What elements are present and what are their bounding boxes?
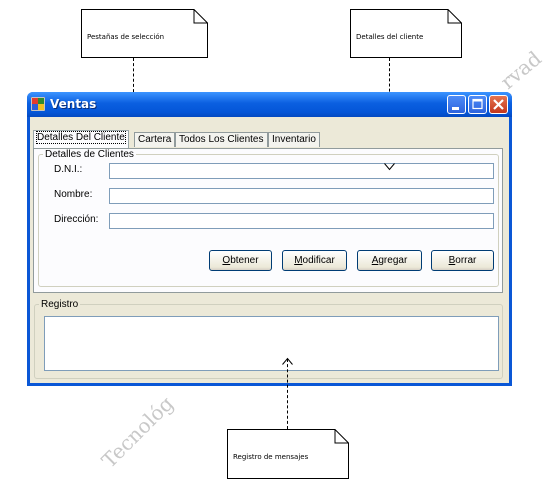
callout-tabs-text: Pestañas de selección xyxy=(87,33,165,41)
callout-tabs: Pestañas de selección xyxy=(81,9,208,58)
ventas-window: Ventas Detalles Del Cliente Cartera Todo… xyxy=(27,92,512,386)
tab-cartera[interactable]: Cartera xyxy=(134,132,176,147)
tab-label: Cartera xyxy=(138,134,172,145)
maximize-icon xyxy=(472,98,483,110)
tab-label: Detalles Del Cliente xyxy=(36,131,126,144)
watermark-top: rvad xyxy=(495,46,546,94)
tab-panel-client-details: Detalles de Clientes D.N.I.: Nombre: Dir… xyxy=(33,148,503,293)
callout-client-details-text: Detalles del cliente xyxy=(356,33,424,41)
callout-log-text: Registro de mensajes xyxy=(233,453,309,461)
maximize-button[interactable] xyxy=(468,95,487,114)
minimize-icon xyxy=(452,107,459,110)
callout-client-details: Detalles del cliente xyxy=(350,9,462,58)
dni-field[interactable] xyxy=(109,163,494,179)
direccion-label: Dirección: xyxy=(54,214,99,225)
dni-label: D.N.I.: xyxy=(54,164,83,175)
modificar-button[interactable]: Modificar xyxy=(282,250,347,271)
obtener-button[interactable]: Obtener xyxy=(209,250,272,271)
tab-inventario[interactable]: Inventario xyxy=(268,132,320,147)
tab-label: Inventario xyxy=(272,134,316,145)
borrar-button[interactable]: Borrar xyxy=(431,250,494,271)
registro-legend: Registro xyxy=(41,299,79,310)
arrow-down-icon xyxy=(384,163,395,171)
nombre-label: Nombre: xyxy=(54,189,93,200)
agregar-button[interactable]: Agregar xyxy=(357,250,422,271)
window-client-area: Detalles Del Cliente Cartera Todos Los C… xyxy=(30,117,509,383)
minimize-button[interactable] xyxy=(447,95,466,114)
nombre-field[interactable] xyxy=(109,188,494,204)
callout-log: Registro de mensajes xyxy=(227,429,349,479)
tab-todos-los-clientes[interactable]: Todos Los Clientes xyxy=(175,132,268,147)
registro-log-area[interactable] xyxy=(44,316,499,371)
app-icon xyxy=(31,97,45,111)
title-bar[interactable]: Ventas xyxy=(27,92,512,117)
tab-label: Todos Los Clientes xyxy=(179,134,264,145)
client-details-legend: Detalles de Clientes xyxy=(45,149,134,160)
tab-detalles-del-cliente[interactable]: Detalles Del Cliente xyxy=(33,130,129,148)
callout-log-line xyxy=(287,359,288,429)
close-button[interactable] xyxy=(489,95,508,114)
window-title: Ventas xyxy=(50,97,97,111)
direccion-field[interactable] xyxy=(109,213,494,229)
close-icon xyxy=(493,99,504,110)
watermark-bottom: Tecnológ xyxy=(96,391,179,473)
